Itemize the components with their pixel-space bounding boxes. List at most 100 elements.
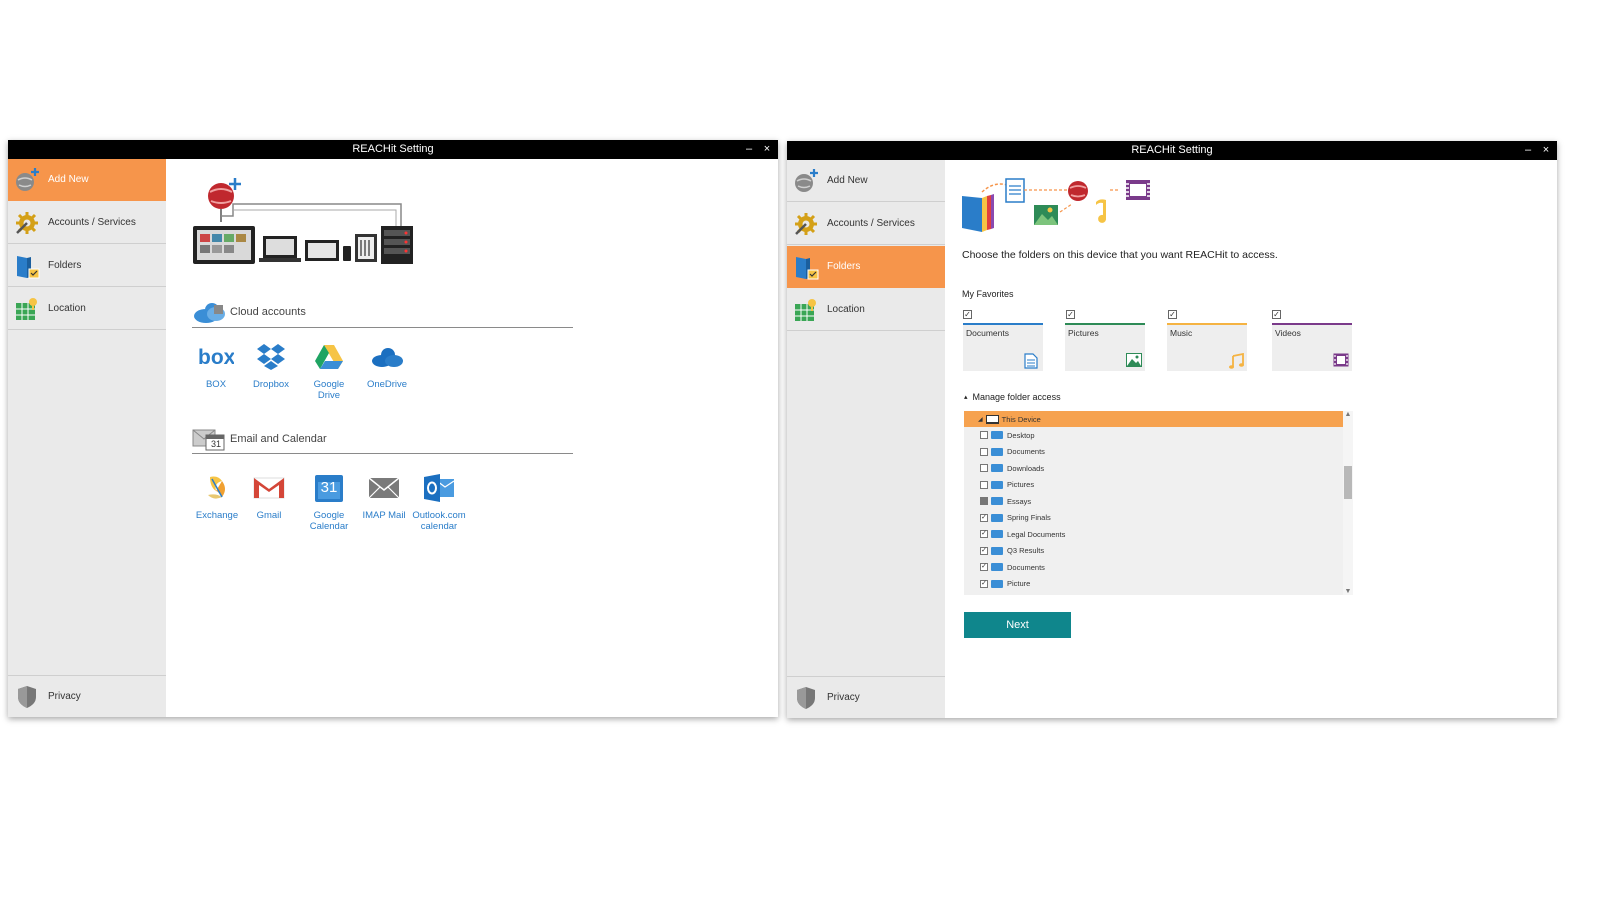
outlook-logo-icon (421, 470, 457, 506)
folder-icon (991, 530, 1003, 538)
service-label: Google (313, 379, 345, 390)
cloud-accounts-title: Cloud accounts (230, 306, 306, 318)
tree-row[interactable]: Desktop (964, 427, 1343, 443)
service-google-drive[interactable]: Google Drive (300, 339, 358, 401)
manage-folder-access-toggle[interactable]: ▴ Manage folder access (964, 392, 1061, 402)
favorite-color-bar (963, 323, 1043, 325)
gmail-logo-icon (251, 470, 287, 506)
email-calendar-heading: 31 Email and Calendar (192, 427, 327, 451)
sidebar-item-label: Accounts / Services (827, 218, 915, 229)
tree-scrollbar[interactable]: ▲ ▼ (1343, 411, 1353, 595)
collapse-arrow-icon: ▴ (964, 394, 968, 401)
service-box[interactable]: box BOX (187, 339, 245, 390)
service-gmail[interactable]: Gmail (240, 470, 298, 521)
service-label: Gmail (256, 510, 282, 521)
favorite-checkbox-pictures[interactable]: ✓ (1066, 310, 1075, 319)
tree-checkbox-checked[interactable]: ✓ (980, 546, 988, 555)
favorite-tile-music[interactable]: Music (1167, 323, 1247, 371)
tree-row-label: Q3 Results (1007, 546, 1045, 555)
tree-checkbox[interactable] (980, 447, 988, 456)
sidebar-item-accounts-services[interactable]: Accounts / Services (787, 203, 945, 245)
tree-row-label: Spring Finals (1007, 513, 1051, 522)
sidebar-item-location[interactable]: Location (8, 288, 166, 330)
tree-row[interactable]: Essays (964, 493, 1343, 509)
service-exchange[interactable]: Exchange (188, 470, 246, 521)
left-minimize-button[interactable]: – (740, 140, 758, 159)
left-title-bar: REACHit Setting – × (8, 140, 778, 159)
tree-checkbox-checked[interactable]: ✓ (980, 530, 988, 538)
tree-row[interactable]: Documents (964, 444, 1343, 460)
folder-icon (991, 480, 1003, 489)
favorite-label: Documents (966, 328, 1009, 338)
tree-row[interactable]: ✓ Spring Finals (964, 510, 1343, 526)
sidebar-item-add-new[interactable]: Add New (787, 160, 945, 202)
favorite-label: Music (1170, 328, 1193, 338)
tree-row-label: This Device (1001, 414, 1041, 424)
service-google-calendar[interactable]: 31 Google Calendar (300, 470, 358, 532)
folder-icon (991, 579, 1003, 588)
sidebar-item-privacy[interactable]: Privacy (787, 676, 945, 718)
right-window-title: REACHit Setting (1131, 144, 1213, 156)
tree-checkbox-partial[interactable] (980, 497, 988, 505)
sidebar-item-accounts-services[interactable]: Accounts / Services (8, 202, 166, 244)
google-drive-logo-icon (311, 339, 347, 375)
tree-row[interactable]: Pictures (964, 477, 1343, 493)
gear-wrench-icon (13, 209, 41, 237)
favorite-tile-videos[interactable]: Videos (1272, 323, 1352, 371)
favorite-checkbox-videos[interactable]: ✓ (1272, 310, 1281, 319)
calendar-day-number: 31 (211, 439, 222, 449)
scrollbar-thumb[interactable] (1344, 466, 1352, 499)
left-close-button[interactable]: × (758, 140, 776, 159)
tree-row-this-device[interactable]: ◢ This Device (964, 411, 1343, 427)
tree-row-label: Pictures (1007, 480, 1035, 489)
tree-checkbox[interactable] (980, 480, 988, 489)
folder-icon (991, 497, 1003, 505)
service-label: Google (313, 510, 345, 521)
email-calendar-title: Email and Calendar (230, 433, 327, 445)
tree-checkbox[interactable] (980, 464, 988, 472)
folder-icon (991, 431, 1003, 439)
film-icon (1333, 353, 1349, 367)
cloud-divider (192, 327, 573, 328)
favorite-checkbox-music[interactable]: ✓ (1168, 310, 1177, 319)
folder-book-icon (792, 253, 820, 281)
right-minimize-button[interactable]: – (1519, 141, 1537, 160)
service-dropbox[interactable]: Dropbox (242, 339, 300, 390)
scroll-down-arrow-icon[interactable]: ▼ (1343, 588, 1353, 595)
tree-row[interactable]: ✓ Legal Documents (964, 526, 1343, 542)
sidebar-item-label: Folders (827, 261, 861, 272)
right-close-button[interactable]: × (1537, 141, 1555, 160)
my-favorites-heading: My Favorites (962, 289, 1014, 299)
favorite-color-bar (1167, 323, 1247, 325)
sidebar-item-location[interactable]: Location (787, 289, 945, 331)
laptop-icon (985, 414, 999, 424)
scroll-up-arrow-icon[interactable]: ▲ (1343, 411, 1353, 418)
tree-checkbox-checked[interactable]: ✓ (980, 513, 988, 522)
right-content: Choose the folders on this device that y… (945, 160, 1557, 718)
folder-tree[interactable]: ◢ This Device Desktop Documents Download… (964, 411, 1353, 595)
service-label: OneDrive (366, 379, 408, 390)
favorite-tile-pictures[interactable]: Pictures (1065, 323, 1145, 371)
tree-checkbox[interactable] (980, 431, 988, 439)
next-button[interactable]: Next (964, 612, 1071, 638)
tree-row-label: Downloads (1007, 463, 1045, 473)
sidebar-item-add-new[interactable]: Add New (8, 159, 166, 201)
sidebar-item-privacy[interactable]: Privacy (8, 675, 166, 717)
tree-checkbox-checked[interactable]: ✓ (980, 579, 988, 588)
folder-icon (991, 464, 1003, 472)
tree-row[interactable]: ✓ Documents (964, 559, 1343, 575)
tree-row[interactable]: Downloads (964, 460, 1343, 476)
sidebar-item-folders[interactable]: Folders (787, 246, 945, 288)
dropbox-logo-icon (253, 339, 289, 375)
service-outlook-calendar[interactable]: Outlook.com calendar (402, 470, 476, 532)
service-label: Outlook.com (412, 510, 466, 521)
favorite-tile-documents[interactable]: Documents (963, 323, 1043, 371)
exchange-logo-icon (199, 470, 235, 506)
service-onedrive[interactable]: OneDrive (358, 339, 416, 390)
tree-row[interactable]: ✓ Picture (964, 576, 1343, 592)
sidebar-item-label: Accounts / Services (48, 217, 136, 228)
tree-checkbox-checked[interactable]: ✓ (980, 563, 988, 571)
sidebar-item-folders[interactable]: Folders (8, 245, 166, 287)
tree-row[interactable]: ✓ Q3 Results (964, 543, 1343, 559)
favorite-checkbox-documents[interactable]: ✓ (963, 310, 972, 319)
